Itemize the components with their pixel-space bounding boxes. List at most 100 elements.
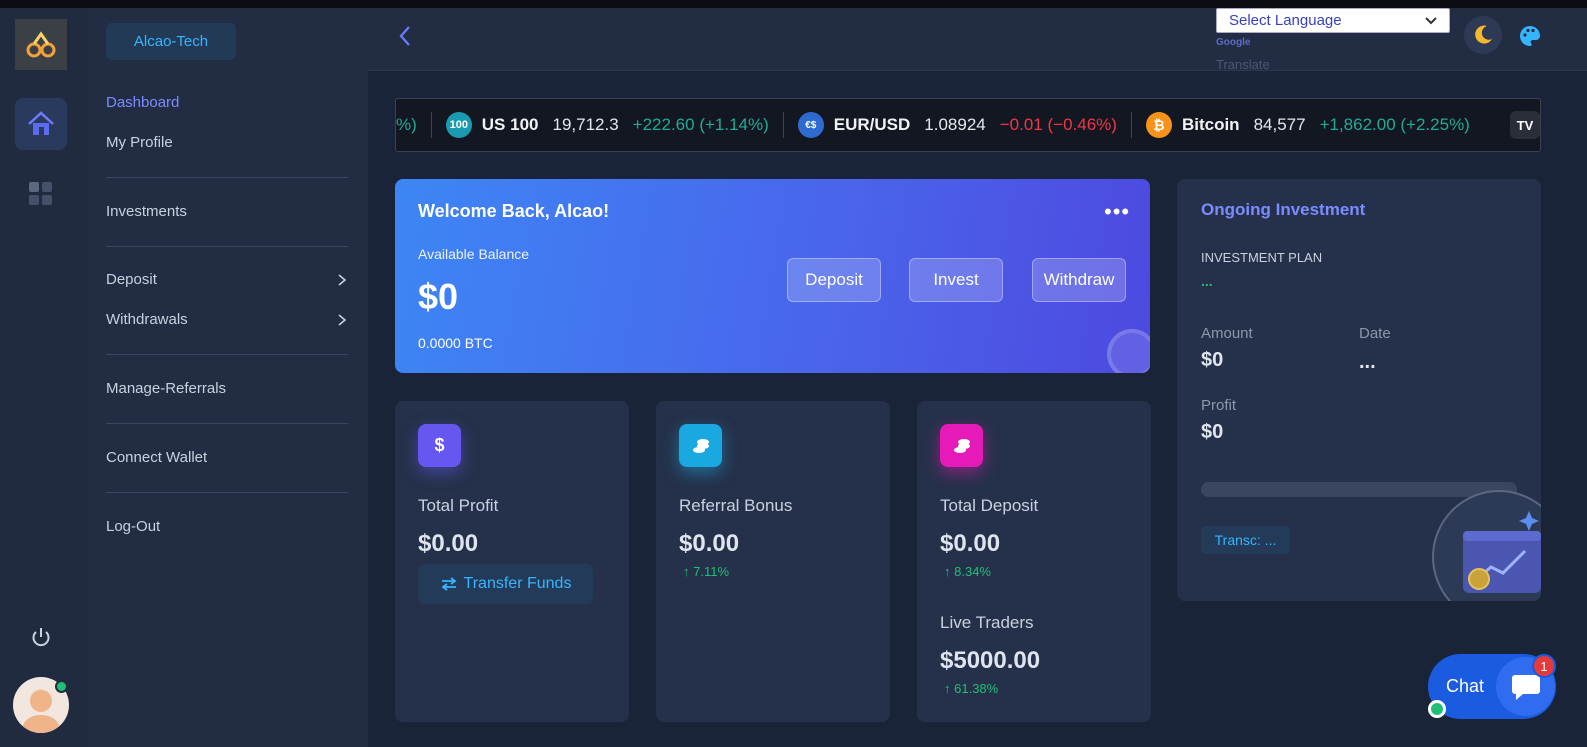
chevron-right-icon bbox=[338, 313, 347, 326]
sidebar-item-manage-referrals[interactable]: Manage-Referrals bbox=[106, 380, 348, 397]
transaction-badge[interactable]: Transc: ... bbox=[1201, 526, 1290, 554]
chat-unread-badge: 1 bbox=[1532, 654, 1556, 678]
stat-value: $0.00 bbox=[679, 530, 740, 557]
sidebar-item-label: Log-Out bbox=[106, 518, 161, 535]
transfer-funds-button[interactable]: Transfer Funds bbox=[418, 564, 593, 604]
transfer-arrows-icon bbox=[441, 577, 457, 591]
sidebar-item-withdrawals[interactable]: Withdrawals bbox=[106, 311, 348, 328]
coins-icon bbox=[940, 424, 983, 467]
brand-badge[interactable]: Alcao-Tech bbox=[106, 23, 236, 60]
withdraw-button[interactable]: Withdraw bbox=[1032, 258, 1126, 302]
ticker-symbol: Bitcoin bbox=[1181, 115, 1240, 134]
translate-link[interactable]: Translate bbox=[1216, 57, 1270, 72]
top-header: Select Language Google Translate bbox=[368, 8, 1587, 72]
sidebar-item-my-profile[interactable]: My Profile bbox=[106, 134, 348, 151]
sidebar-item-log-out[interactable]: Log-Out bbox=[106, 518, 348, 535]
language-select-value: Select Language bbox=[1229, 12, 1342, 29]
home-nav-button[interactable] bbox=[15, 98, 67, 150]
plan-value: ... bbox=[1201, 273, 1213, 289]
coins-icon bbox=[679, 424, 722, 467]
google-label: Google bbox=[1216, 37, 1251, 48]
sidebar-item-label: Connect Wallet bbox=[106, 449, 208, 466]
chat-online-dot bbox=[1428, 700, 1446, 718]
stat-label: Total Deposit bbox=[940, 496, 1039, 515]
theme-toggle-button[interactable] bbox=[1464, 16, 1502, 54]
moon-icon bbox=[1475, 25, 1492, 44]
ticker-divider bbox=[782, 112, 784, 138]
sidebar-item-investments[interactable]: Investments bbox=[106, 203, 348, 220]
more-options-icon[interactable]: ••• bbox=[1104, 199, 1130, 225]
total-profit-card: $ Total Profit $0.00 Transfer Funds bbox=[395, 401, 629, 722]
stat-percent-value: 8.34% bbox=[954, 564, 991, 579]
tradingview-logo[interactable]: TV bbox=[1510, 111, 1540, 139]
ticker-symbol: EUR/USD bbox=[833, 115, 911, 134]
sidebar-item-label: Investments bbox=[106, 203, 187, 220]
plan-label: INVESTMENT PLAN bbox=[1201, 250, 1323, 265]
coin-decoration-icon bbox=[1107, 329, 1150, 373]
total-deposit-card: Total Deposit $0.00 ↑ 8.34% Live Traders… bbox=[917, 401, 1151, 722]
ticker-item[interactable]: 100 US 100 19,712.3 +222.60 (+1.14%) bbox=[445, 99, 769, 151]
amount-label: Amount bbox=[1201, 325, 1253, 342]
date-value: ... bbox=[1359, 351, 1376, 373]
growth-chart-illustration-icon bbox=[1432, 490, 1541, 601]
chevron-down-icon bbox=[1425, 16, 1437, 24]
profit-label: Profit bbox=[1201, 397, 1237, 414]
ticker-fragment: %) bbox=[396, 115, 417, 134]
chevron-right-icon bbox=[338, 273, 347, 286]
sidebar-item-dashboard[interactable]: Dashboard bbox=[106, 94, 348, 111]
welcome-balance-card: Welcome Back, Alcao! ••• Available Balan… bbox=[395, 179, 1150, 373]
live-traders-percent: ↑ 61.38% bbox=[944, 681, 998, 696]
ticker-change: +1,862.00 (+2.25%) bbox=[1319, 115, 1470, 134]
ticker-change: +222.60 (+1.14%) bbox=[632, 115, 769, 134]
sidebar-divider bbox=[106, 492, 348, 493]
arrow-up-icon: ↑ bbox=[944, 564, 955, 579]
language-select[interactable]: Select Language bbox=[1216, 8, 1450, 33]
eurusd-flag-icon: €$ bbox=[797, 112, 824, 138]
browser-top-strip bbox=[0, 0, 1587, 8]
sidebar-divider bbox=[106, 177, 348, 178]
sidebar-item-label: Manage-Referrals bbox=[106, 380, 227, 397]
ticker-item[interactable]: €$ EUR/USD 1.08924 −0.01 (−0.46%) bbox=[797, 99, 1117, 151]
transfer-funds-label: Transfer Funds bbox=[463, 575, 572, 592]
back-chevron-icon[interactable] bbox=[398, 25, 412, 47]
ticker-price: 1.08924 bbox=[924, 115, 986, 134]
panel-title: Ongoing Investment bbox=[1201, 200, 1366, 219]
arrow-up-icon: ↑ bbox=[683, 564, 694, 579]
stat-label: Total Profit bbox=[418, 496, 499, 515]
referral-bonus-card: Referral Bonus $0.00 ↑ 7.11% bbox=[656, 401, 890, 722]
market-ticker[interactable]: %) 100 US 100 19,712.3 +222.60 (+1.14%) … bbox=[395, 98, 1541, 152]
us100-icon: 100 bbox=[445, 112, 472, 138]
ticker-item[interactable]: ₿ Bitcoin 84,577 +1,862.00 (+2.25%) bbox=[1145, 99, 1470, 151]
palette-icon[interactable] bbox=[1518, 24, 1542, 48]
bitcoin-icon: ₿ bbox=[1145, 112, 1172, 138]
sidebar-divider bbox=[106, 423, 348, 424]
stat-percent-value: 7.11% bbox=[693, 564, 730, 579]
balance-btc: 0.0000 BTC bbox=[418, 335, 493, 351]
app-logo[interactable] bbox=[15, 19, 67, 70]
invest-button[interactable]: Invest bbox=[909, 258, 1003, 302]
apps-nav-button[interactable] bbox=[15, 168, 67, 220]
arrow-up-icon: ↑ bbox=[944, 681, 955, 696]
sidebar-item-connect-wallet[interactable]: Connect Wallet bbox=[106, 449, 348, 466]
sidebar-item-deposit[interactable]: Deposit bbox=[106, 271, 348, 288]
sidebar-divider bbox=[106, 246, 348, 247]
stat-percent: ↑ 7.11% bbox=[683, 564, 729, 579]
ticker-change: −0.01 (−0.46%) bbox=[999, 115, 1117, 134]
sidebar: Alcao-Tech Dashboard My Profile Investme… bbox=[87, 8, 368, 747]
ticker-symbol: US 100 bbox=[481, 115, 539, 134]
online-status-dot bbox=[55, 680, 68, 693]
stat-percent-value: 61.38% bbox=[954, 681, 999, 696]
deposit-button[interactable]: Deposit bbox=[787, 258, 881, 302]
balance-amount: $0 bbox=[418, 276, 459, 317]
amount-value: $0 bbox=[1201, 349, 1224, 371]
live-traders-label: Live Traders bbox=[940, 613, 1034, 632]
live-traders-value: $5000.00 bbox=[940, 647, 1041, 674]
power-icon[interactable] bbox=[30, 626, 52, 648]
balance-label: Available Balance bbox=[418, 246, 530, 262]
sidebar-item-label: Deposit bbox=[106, 271, 157, 288]
logo-icon bbox=[26, 30, 56, 57]
home-icon bbox=[28, 111, 54, 135]
date-label: Date bbox=[1359, 325, 1391, 342]
chat-label: Chat bbox=[1446, 676, 1485, 696]
ticker-price: 19,712.3 bbox=[552, 115, 619, 134]
